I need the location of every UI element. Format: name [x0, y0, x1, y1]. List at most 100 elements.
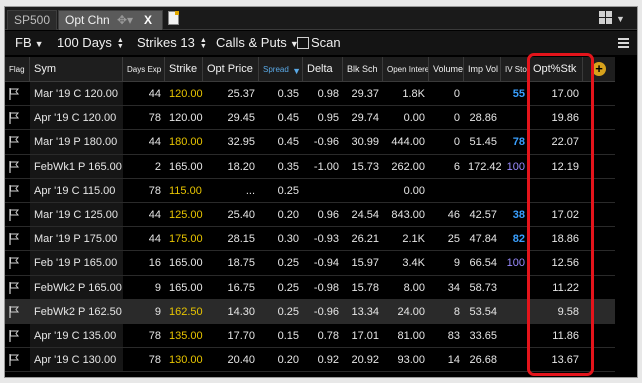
- column-header-opt-price[interactable]: Opt Price: [203, 57, 259, 81]
- symbol-dropdown[interactable]: FB ▼: [15, 34, 44, 52]
- cell-delta: 0.92: [317, 354, 339, 367]
- close-tab-button[interactable]: X: [144, 11, 152, 30]
- cell-strike: 120.00: [169, 112, 203, 125]
- flag-icon[interactable]: [5, 251, 30, 274]
- cell-iv: 42.57: [469, 208, 497, 221]
- column-header-imp-vol[interactable]: Imp Vol: [464, 57, 501, 81]
- cell-strike: 125.00: [169, 208, 203, 221]
- cell-ivs: 55: [512, 88, 525, 100]
- flag-icon[interactable]: [5, 155, 30, 178]
- table-row[interactable]: Apr '19 C 115.00 78 115.00... 0.25 0.00: [5, 178, 615, 203]
- cell-ivs: 100: [506, 257, 525, 270]
- tab-sp500[interactable]: SP500: [7, 10, 57, 30]
- table-row[interactable]: Feb '19 P 165.00 16 165.00 18.75 0.25 -0.94 15…: [5, 251, 615, 276]
- move-icon[interactable]: ✥▾: [117, 11, 133, 30]
- cell-spread: 0.20: [277, 208, 299, 221]
- cell-days: 78: [148, 329, 161, 342]
- grid-layout-icon[interactable]: ▼: [599, 11, 625, 25]
- cell-iv: 26.68: [469, 354, 497, 367]
- table-row[interactable]: FebWk2 P 165.00 9 165.00 16.75 0.25 -0.98 15.7…: [5, 275, 615, 300]
- calls-puts-dropdown[interactable]: Calls & Puts ▼: [216, 34, 299, 52]
- strikes-stepper[interactable]: Strikes 13 ▲ ▼: [137, 34, 208, 52]
- scan-checkbox[interactable]: Scan: [297, 34, 341, 52]
- column-header-days-exp[interactable]: Days Exp: [123, 57, 165, 81]
- cell-iv: 51.45: [469, 136, 497, 149]
- cell-delta: 0.78: [317, 329, 339, 342]
- cell-days: 44: [148, 233, 161, 246]
- cell-oi: 843.00: [391, 208, 425, 221]
- cell-ivs: [501, 300, 529, 323]
- cell-oi: 93.00: [397, 354, 425, 367]
- cell-strike: 180.00: [169, 136, 203, 149]
- table-row[interactable]: FebWk2 P 162.50 9 162.50 14.30 0.25 -0.96 13.3…: [5, 299, 615, 324]
- cell-vol: 0: [453, 112, 460, 125]
- table-row[interactable]: Mar '19 P 175.00 44 175.00 28.15 0.30 -0.93 26…: [5, 227, 615, 252]
- cell-vol: 9: [453, 257, 460, 270]
- column-header-delta[interactable]: Delta: [303, 57, 343, 81]
- cell-delta: 0.95: [317, 112, 339, 125]
- tab-label: Opt Chn: [65, 13, 110, 27]
- column-header-flag[interactable]: Flag: [5, 57, 30, 81]
- cell-iv: 53.54: [469, 305, 497, 318]
- table-row[interactable]: Apr '19 C 135.00 78 135.00 17.70 0.15 0.78 17.…: [5, 323, 615, 349]
- cell-spread: 0.25: [277, 281, 299, 294]
- flag-icon[interactable]: [5, 106, 30, 129]
- column-header-strike[interactable]: Strike: [165, 57, 203, 81]
- flag-icon[interactable]: [5, 300, 30, 323]
- flag-icon[interactable]: [5, 203, 30, 226]
- checkbox[interactable]: [297, 37, 309, 49]
- cell-delta: 0.98: [317, 88, 339, 100]
- cell-delta: -1.00: [313, 160, 339, 173]
- flag-icon[interactable]: [5, 348, 30, 371]
- flag-icon[interactable]: [5, 130, 30, 153]
- cell-days: 9: [154, 281, 161, 294]
- cell-sym: Mar '19 C 125.00: [30, 202, 123, 227]
- cell-iv: [464, 179, 501, 202]
- cell-ivs: [501, 179, 529, 202]
- menu-icon[interactable]: [618, 38, 629, 48]
- cell-ivs: 100: [506, 160, 525, 173]
- stepper-arrows-icon[interactable]: ▲ ▼: [117, 37, 125, 50]
- flag-icon[interactable]: [5, 227, 30, 250]
- cell-days: 2: [154, 160, 161, 173]
- column-header-blk-sch[interactable]: Blk Sch: [343, 57, 383, 81]
- table-row[interactable]: Mar '19 C 120.00 44 120.00 25.37 0.35 0.98 29.…: [5, 82, 615, 107]
- tab-opt-chn[interactable]: Opt Chn ✥▾ X: [58, 10, 163, 30]
- scan-label: Scan: [311, 35, 341, 50]
- column-header-open-interest[interactable]: Open Interest: [383, 57, 429, 81]
- cell-oi: 444.00: [391, 136, 425, 149]
- table-row[interactable]: FebWk1 P 165.00 2 165.00 18.20 0.35 -1.00 15.7…: [5, 154, 615, 179]
- chevron-down-icon: ▼: [34, 39, 44, 49]
- new-document-icon[interactable]: [168, 11, 179, 25]
- table-row[interactable]: Apr '19 C 120.00 78 120.00 29.45 0.45 0.95 29.…: [5, 106, 615, 131]
- flag-icon[interactable]: [5, 276, 30, 299]
- cell-blk: 20.92: [351, 354, 379, 367]
- cell-blk: 15.73: [351, 160, 379, 173]
- cell-sym: Apr '19 C 120.00: [30, 106, 123, 130]
- option-chain-table: Flag Sym Days Exp Strike Opt Price Sprea…: [5, 57, 615, 373]
- cell-blk: 26.21: [351, 233, 379, 246]
- cell-sym: Mar '19 P 180.00: [30, 130, 123, 154]
- cell-strike: 115.00: [169, 184, 202, 197]
- column-header-volume[interactable]: Volume: [429, 57, 464, 81]
- cell-blk: 15.78: [351, 281, 379, 294]
- cell-sym: Apr '19 C 135.00: [30, 323, 123, 348]
- table-row[interactable]: Mar '19 C 125.00 44 125.00 25.40 0.20 0.96 24.…: [5, 202, 615, 228]
- column-header-sym[interactable]: Sym: [30, 57, 123, 81]
- cell-vol: [429, 179, 464, 202]
- flag-icon[interactable]: [5, 179, 30, 202]
- table-row[interactable]: Mar '19 P 180.00 44 180.00 32.95 0.45 -0.96 30…: [5, 130, 615, 155]
- add-column-button[interactable]: +: [592, 62, 606, 76]
- table-row[interactable]: Apr '19 C 130.00 78 130.00 20.40 0.20 0.92 20.…: [5, 348, 615, 373]
- days-stepper[interactable]: 100 Days ▲ ▼: [57, 34, 125, 52]
- stepper-arrows-icon[interactable]: ▲ ▼: [200, 37, 208, 50]
- flag-icon[interactable]: [5, 324, 30, 347]
- flag-icon[interactable]: [5, 82, 30, 105]
- symbol-value: FB: [15, 35, 32, 50]
- column-header-spread[interactable]: Spread ▼: [259, 57, 303, 81]
- cell-strike: 165.00: [169, 160, 203, 173]
- cell-delta: [303, 179, 343, 202]
- cell-oi: 81.00: [397, 329, 425, 342]
- strikes-value: Strikes 13: [137, 35, 195, 50]
- column-header-iv-stock[interactable]: IV Stoc: [501, 57, 529, 81]
